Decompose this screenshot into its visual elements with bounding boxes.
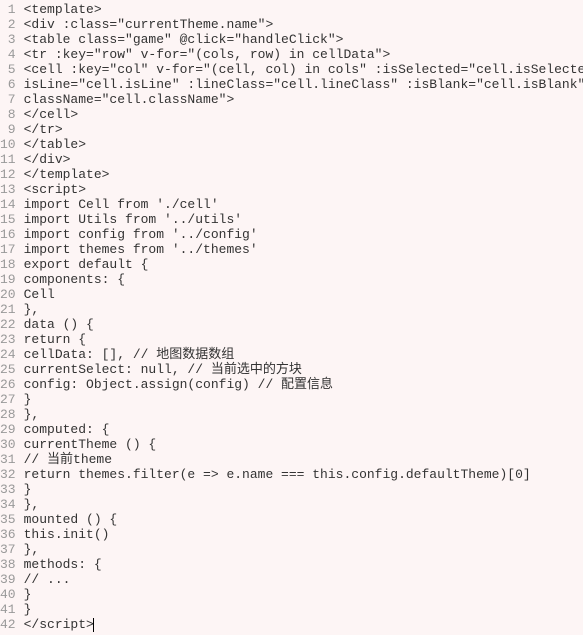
code-line[interactable]: </table> [24, 137, 583, 152]
line-number: 19 [0, 272, 16, 287]
code-line[interactable]: return themes.filter(e => e.name === thi… [24, 467, 583, 482]
code-line[interactable]: <table class="game" @click="handleClick"… [24, 32, 583, 47]
line-number: 24 [0, 347, 16, 362]
code-line[interactable]: } [24, 392, 583, 407]
code-line[interactable]: cellData: [], // 地图数据数组 [24, 347, 583, 362]
line-number: 40 [0, 587, 16, 602]
code-line[interactable]: import Cell from './cell' [24, 197, 583, 212]
line-number: 15 [0, 212, 16, 227]
line-number: 32 [0, 467, 16, 482]
line-number: 26 [0, 377, 16, 392]
code-line[interactable]: } [24, 482, 583, 497]
line-number: 2 [0, 17, 16, 32]
line-number: 11 [0, 152, 16, 167]
line-number: 20 [0, 287, 16, 302]
code-line[interactable]: mounted () { [24, 512, 583, 527]
code-line[interactable]: config: Object.assign(config) // 配置信息 [24, 377, 583, 392]
line-number: 41 [0, 602, 16, 617]
line-number: 29 [0, 422, 16, 437]
text-cursor [93, 618, 94, 632]
code-content[interactable]: <template><div :class="currentTheme.name… [24, 2, 583, 632]
line-number: 33 [0, 482, 16, 497]
code-line[interactable]: isLine="cell.isLine" :lineClass="cell.li… [24, 77, 583, 92]
code-line[interactable]: // ... [24, 572, 583, 587]
line-number: 28 [0, 407, 16, 422]
code-line[interactable]: } [24, 587, 583, 602]
line-number: 17 [0, 242, 16, 257]
code-line[interactable]: </cell> [24, 107, 583, 122]
line-number: 3 [0, 32, 16, 47]
line-number: 30 [0, 437, 16, 452]
line-number: 21 [0, 302, 16, 317]
line-number: 7 [0, 92, 16, 107]
code-line[interactable]: }, [24, 407, 583, 422]
line-number: 23 [0, 332, 16, 347]
code-line[interactable]: this.init() [24, 527, 583, 542]
code-line[interactable]: </template> [24, 167, 583, 182]
code-line[interactable]: Cell [24, 287, 583, 302]
code-line[interactable]: </script> [24, 617, 583, 632]
line-number: 38 [0, 557, 16, 572]
line-number: 35 [0, 512, 16, 527]
code-line[interactable]: }, [24, 497, 583, 512]
line-number-gutter: 1234567891011121314151617181920212223242… [0, 2, 24, 632]
code-line[interactable]: methods: { [24, 557, 583, 572]
line-number: 12 [0, 167, 16, 182]
code-line[interactable]: currentSelect: null, // 当前选中的方块 [24, 362, 583, 377]
code-line[interactable]: data () { [24, 317, 583, 332]
line-number: 36 [0, 527, 16, 542]
line-number: 18 [0, 257, 16, 272]
code-line[interactable]: <tr :key="row" v-for="(cols, row) in cel… [24, 47, 583, 62]
line-number: 9 [0, 122, 16, 137]
code-line[interactable]: }, [24, 542, 583, 557]
code-line[interactable]: import config from '../config' [24, 227, 583, 242]
line-number: 4 [0, 47, 16, 62]
line-number: 10 [0, 137, 16, 152]
line-number: 31 [0, 452, 16, 467]
line-number: 42 [0, 617, 16, 632]
code-line[interactable]: <cell :key="col" v-for="(cell, col) in c… [24, 62, 583, 77]
code-line[interactable]: <script> [24, 182, 583, 197]
code-line[interactable]: export default { [24, 257, 583, 272]
line-number: 22 [0, 317, 16, 332]
line-number: 13 [0, 182, 16, 197]
code-line[interactable]: }, [24, 302, 583, 317]
code-line[interactable]: // 当前theme [24, 452, 583, 467]
line-number: 27 [0, 392, 16, 407]
line-number: 1 [0, 2, 16, 17]
line-number: 5 [0, 62, 16, 77]
line-number: 14 [0, 197, 16, 212]
line-number: 25 [0, 362, 16, 377]
code-line[interactable]: return { [24, 332, 583, 347]
code-line[interactable]: </tr> [24, 122, 583, 137]
code-line[interactable]: <div :class="currentTheme.name"> [24, 17, 583, 32]
line-number: 37 [0, 542, 16, 557]
code-line[interactable]: components: { [24, 272, 583, 287]
line-number: 16 [0, 227, 16, 242]
code-line[interactable]: currentTheme () { [24, 437, 583, 452]
code-line[interactable]: import themes from '../themes' [24, 242, 583, 257]
code-line[interactable]: <template> [24, 2, 583, 17]
code-line[interactable]: computed: { [24, 422, 583, 437]
line-number: 34 [0, 497, 16, 512]
code-line[interactable]: import Utils from '../utils' [24, 212, 583, 227]
code-line[interactable]: } [24, 602, 583, 617]
code-editor[interactable]: 1234567891011121314151617181920212223242… [0, 0, 583, 632]
code-line[interactable]: </div> [24, 152, 583, 167]
line-number: 8 [0, 107, 16, 122]
line-number: 6 [0, 77, 16, 92]
code-line[interactable]: className="cell.className"> [24, 92, 583, 107]
line-number: 39 [0, 572, 16, 587]
